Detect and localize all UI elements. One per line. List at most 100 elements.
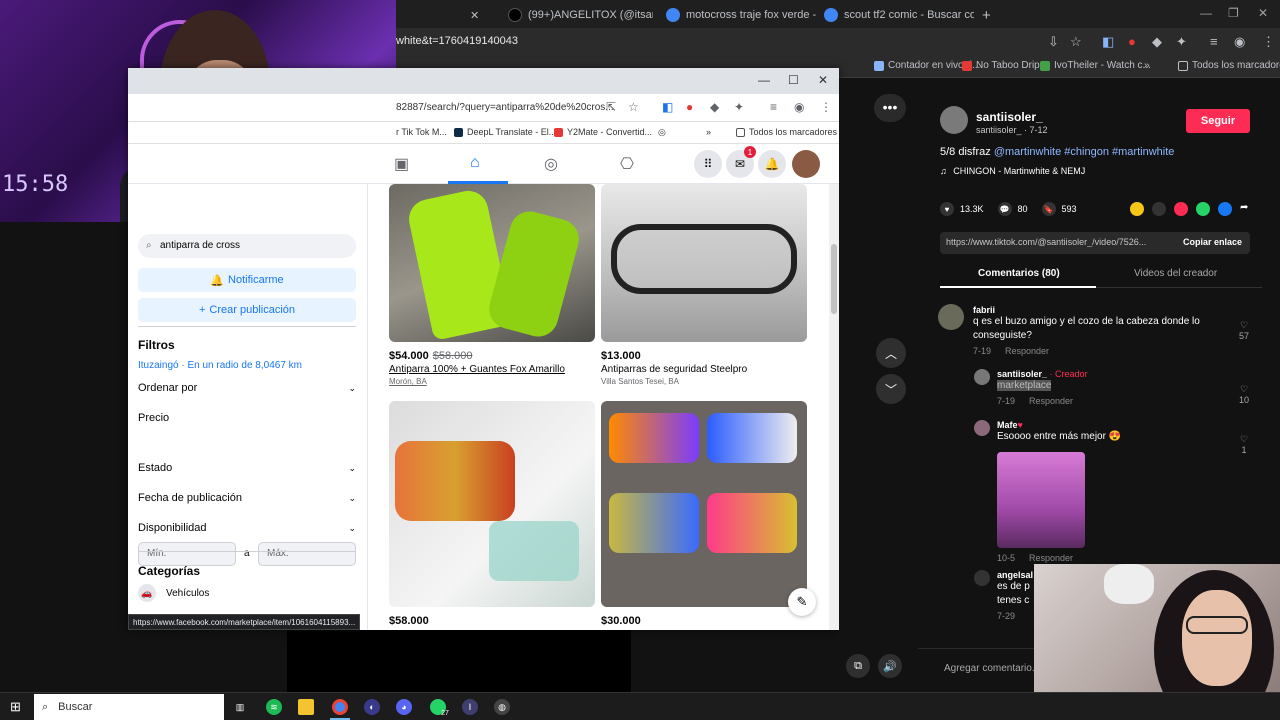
minimize-icon[interactable]: — <box>1200 6 1212 20</box>
chevron-up-icon[interactable]: ︿ <box>876 338 906 368</box>
share-icon[interactable]: ⇱ <box>606 100 616 114</box>
send-icon[interactable] <box>1174 202 1188 216</box>
facebook-icon[interactable] <box>1218 202 1232 216</box>
outer-url-text[interactable]: white&t=1760419140043 <box>396 35 518 47</box>
outer-tab-close[interactable]: ✕ <box>470 4 479 26</box>
all-bookmarks[interactable]: Todos los marcadores <box>736 127 837 137</box>
listing-title[interactable]: Antiparras de seguridad Steelpro <box>601 364 807 375</box>
heart-icon[interactable]: ♥ <box>940 202 954 216</box>
listing-image[interactable] <box>601 401 807 607</box>
reading-list-icon[interactable]: ≡ <box>770 100 777 114</box>
listing-card[interactable]: $13.000 Antiparras de seguridad Steelpro… <box>601 184 807 386</box>
menu-icon[interactable]: ⋮ <box>820 100 832 114</box>
search-input[interactable]: ⌕ antiparra de cross <box>138 234 356 258</box>
listing-card[interactable]: $30.000 <box>601 401 807 627</box>
avatar[interactable] <box>792 150 820 178</box>
translate-icon[interactable]: ◧ <box>1102 34 1114 50</box>
max-price-input[interactable]: Máx. <box>258 542 356 566</box>
outer-tab-tiktok[interactable]: (99+)ANGELITOX (@itsangelito ✕ <box>508 4 653 26</box>
inner-url-text[interactable]: 82887/search/?query=antiparra%20de%20cro… <box>396 102 614 113</box>
minimize-icon[interactable]: — <box>758 73 770 87</box>
location-filter[interactable]: Ituzaingó · En un radio de 8,0467 km <box>138 360 302 371</box>
extension-icon[interactable]: ◆ <box>1152 34 1162 50</box>
tab-creator-videos[interactable]: Videos del creador <box>1134 268 1217 279</box>
close-window-icon[interactable]: ✕ <box>818 73 828 87</box>
reply-link[interactable]: Responder <box>1029 396 1073 406</box>
groups-icon[interactable]: ◎ <box>544 154 558 174</box>
listing-title[interactable]: Antiparra 100% + Guantes Fox Amarillo <box>389 364 595 375</box>
reply-link[interactable]: Responder <box>1005 346 1049 356</box>
bookmark-item[interactable]: No Taboo Drip <box>962 60 1040 71</box>
extension-red-icon[interactable]: ● <box>686 100 693 114</box>
spotify-icon[interactable]: ≋ <box>266 699 282 715</box>
category-vehicles[interactable]: 🚗 Vehículos <box>138 584 209 602</box>
video-icon[interactable]: ▣ <box>394 154 409 174</box>
listing-image[interactable] <box>601 184 807 342</box>
comment-like[interactable]: ♡ 1 <box>1236 434 1252 455</box>
all-bookmarks[interactable]: Todos los marcadores <box>1178 60 1280 71</box>
comment-like[interactable]: ♡ 10 <box>1236 384 1252 405</box>
inner-address-bar[interactable]: 82887/search/?query=antiparra%20de%20cro… <box>128 94 839 122</box>
taskbar-search[interactable]: ⌕ Buscar <box>34 694 224 720</box>
bookmark-item[interactable]: DeepL Translate - El... <box>454 127 556 137</box>
comment-author[interactable]: fabrii <box>973 305 1243 315</box>
notify-button[interactable]: 🔔 Notificarme <box>138 268 356 292</box>
puzzle-icon[interactable]: ✦ <box>734 100 744 114</box>
avatar[interactable] <box>940 106 968 134</box>
reply-link[interactable]: Responder <box>1029 553 1073 563</box>
listing-card[interactable]: $58.000 <box>389 401 595 627</box>
maximize-icon[interactable]: ☐ <box>788 73 799 87</box>
creator-username[interactable]: santiisoler_ <box>976 110 1043 124</box>
bookmark-icon[interactable]: 🔖 <box>1041 202 1056 216</box>
reading-list-icon[interactable]: ≡ <box>1210 34 1218 49</box>
whatsapp-icon[interactable] <box>1196 202 1210 216</box>
globe-icon[interactable]: ◎ <box>658 127 666 138</box>
music-link[interactable]: ♫ CHINGON - Martinwhite & NEMJ <box>940 166 1085 176</box>
avatar[interactable] <box>938 304 964 330</box>
windows-start-icon[interactable]: ⊞ <box>10 699 21 715</box>
video-link[interactable]: https://www.tiktok.com/@santiisoler_/vid… <box>946 237 1174 247</box>
chrome-icon[interactable] <box>332 699 348 715</box>
chevron-down-icon[interactable]: ﹀ <box>876 374 906 404</box>
menu-grid-icon[interactable]: ⠿ <box>694 150 722 178</box>
install-icon[interactable]: ⇩ <box>1048 34 1059 50</box>
more-bookmarks-icon[interactable]: » <box>706 127 711 137</box>
restore-icon[interactable]: ❐ <box>1228 6 1239 20</box>
comment-icon[interactable]: 💬 <box>997 202 1012 216</box>
comment-author[interactable]: Mafe <box>997 420 1018 430</box>
extension-red-icon[interactable]: ● <box>1128 34 1136 49</box>
outer-tab-google2[interactable]: scout tf2 comic - Buscar con G ✕ <box>824 4 974 26</box>
follow-button[interactable]: Seguir <box>1186 109 1250 133</box>
profile-icon[interactable]: ◉ <box>794 100 804 114</box>
extension-icon[interactable]: ◆ <box>710 100 719 114</box>
state-dropdown[interactable]: Estado ⌄ <box>138 462 356 474</box>
hashtag-link[interactable]: #martinwhite <box>1112 146 1174 158</box>
mention-link[interactable]: @martinwhite <box>994 146 1061 158</box>
file-explorer-icon[interactable] <box>298 699 314 715</box>
min-price-input[interactable]: Mín. <box>138 542 236 566</box>
task-view-icon[interactable]: ▥ <box>232 699 248 715</box>
bookmark-item[interactable]: r Tik Tok M... <box>396 127 447 137</box>
volume-icon[interactable]: 🔊 <box>878 654 902 678</box>
tab-comments[interactable]: Comentarios (80) <box>978 268 1060 279</box>
star-icon[interactable]: ☆ <box>1070 34 1082 50</box>
sort-dropdown[interactable]: Ordenar por ⌄ <box>138 382 356 394</box>
app-icon[interactable]: ◐ <box>364 699 380 715</box>
star-icon[interactable]: ☆ <box>628 100 639 114</box>
pip-icon[interactable]: ⧉ <box>846 654 870 678</box>
more-bookmarks-icon[interactable]: » <box>1144 60 1150 71</box>
comment-sticker-image[interactable] <box>997 452 1085 548</box>
comment-like[interactable]: ♡ 57 <box>1236 320 1252 341</box>
coin-icon[interactable] <box>1130 202 1144 216</box>
create-listing-button[interactable]: + Crear publicación <box>138 298 356 322</box>
listing-image[interactable] <box>389 401 595 607</box>
avatar[interactable] <box>974 369 990 385</box>
bookmark-item[interactable]: Y2Mate - Convertid... <box>554 127 652 137</box>
hashtag-link[interactable]: #chingon <box>1064 146 1109 158</box>
scrollbar[interactable] <box>829 184 839 630</box>
obs-icon[interactable]: ◍ <box>494 699 510 715</box>
bell-icon[interactable]: 🔔 <box>758 150 786 178</box>
compose-icon[interactable]: ✎ <box>788 588 816 616</box>
scrollbar-thumb[interactable] <box>831 244 837 314</box>
new-tab-button[interactable]: + <box>982 4 991 26</box>
